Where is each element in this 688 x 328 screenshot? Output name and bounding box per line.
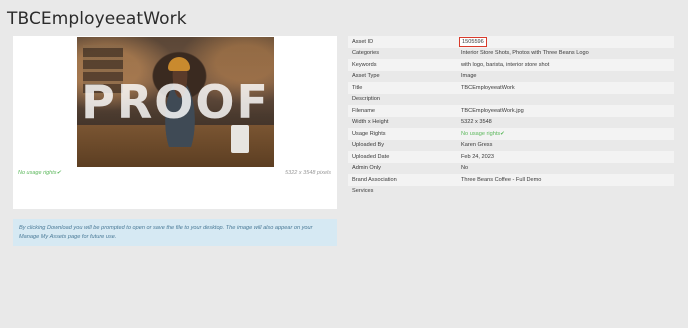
detail-row-categories: Categories Interior Store Shots, Photos … [348, 47, 674, 59]
asset-preview-image[interactable]: PROOF [77, 37, 274, 167]
detail-value: with logo, barista, interior store shot [457, 59, 674, 71]
detail-value: Karen Gress [457, 139, 674, 151]
page-title: TBCEmployeeatWork [7, 9, 187, 29]
detail-label: Asset Type [348, 70, 457, 82]
detail-row-services: Services [348, 185, 674, 197]
detail-value: No [457, 162, 674, 174]
detail-value: 5322 x 3548 [457, 116, 674, 128]
detail-row-uploaded-by: Uploaded By Karen Gress [348, 139, 674, 151]
detail-row-uploaded-date: Uploaded Date Feb 24, 2023 [348, 151, 674, 163]
preview-usage-rights: No usage rights✔ [18, 170, 62, 176]
detail-label: Services [348, 185, 457, 197]
proof-watermark: PROOF [81, 75, 270, 129]
asset-preview-card: PROOF No usage rights✔ 5322 x 3548 pixel… [13, 36, 337, 209]
asset-id-value: 1505596 [459, 36, 487, 47]
detail-label: Width x Height [348, 116, 457, 128]
detail-label: Title [348, 82, 457, 94]
detail-label: Categories [348, 47, 457, 59]
detail-row-admin-only: Admin Only No [348, 162, 674, 174]
asset-details-table: Asset ID 1505596 Categories Interior Sto… [348, 36, 674, 197]
detail-value [457, 93, 674, 105]
detail-row-title: Title TBCEmployeeatWork [348, 82, 674, 94]
detail-row-filename: Filename TBCEmployeeatWork.jpg [348, 105, 674, 117]
detail-row-description: Description [348, 93, 674, 105]
detail-row-asset-id: Asset ID 1505596 [348, 36, 674, 48]
detail-label: Asset ID [348, 36, 457, 48]
detail-label: Keywords [348, 59, 457, 71]
detail-label: Admin Only [348, 162, 457, 174]
detail-row-keywords: Keywords with logo, barista, interior st… [348, 59, 674, 71]
detail-row-asset-type: Asset Type Image [348, 70, 674, 82]
detail-label: Description [348, 93, 457, 105]
detail-value: No usage rights✔ [457, 128, 674, 140]
download-notice: By clicking Download you will be prompte… [13, 219, 337, 246]
detail-row-brand-association: Brand Association Three Beans Coffee - F… [348, 174, 674, 186]
detail-value [457, 185, 674, 197]
detail-label: Brand Association [348, 174, 457, 186]
detail-value: Interior Store Shots, Photos with Three … [457, 47, 674, 59]
detail-label: Usage Rights [348, 128, 457, 140]
detail-value: Image [457, 70, 674, 82]
photo-cup [231, 125, 249, 153]
detail-row-usage-rights: Usage Rights No usage rights✔ [348, 128, 674, 140]
detail-value: Three Beans Coffee - Full Demo [457, 174, 674, 186]
detail-label: Uploaded Date [348, 151, 457, 163]
detail-row-dimensions: Width x Height 5322 x 3548 [348, 116, 674, 128]
preview-dimensions: 5322 x 3548 pixels [285, 170, 331, 176]
detail-label: Uploaded By [348, 139, 457, 151]
detail-label: Filename [348, 105, 457, 117]
detail-value: Feb 24, 2023 [457, 151, 674, 163]
detail-value: TBCEmployeeatWork.jpg [457, 105, 674, 117]
detail-value: TBCEmployeeatWork [457, 82, 674, 94]
